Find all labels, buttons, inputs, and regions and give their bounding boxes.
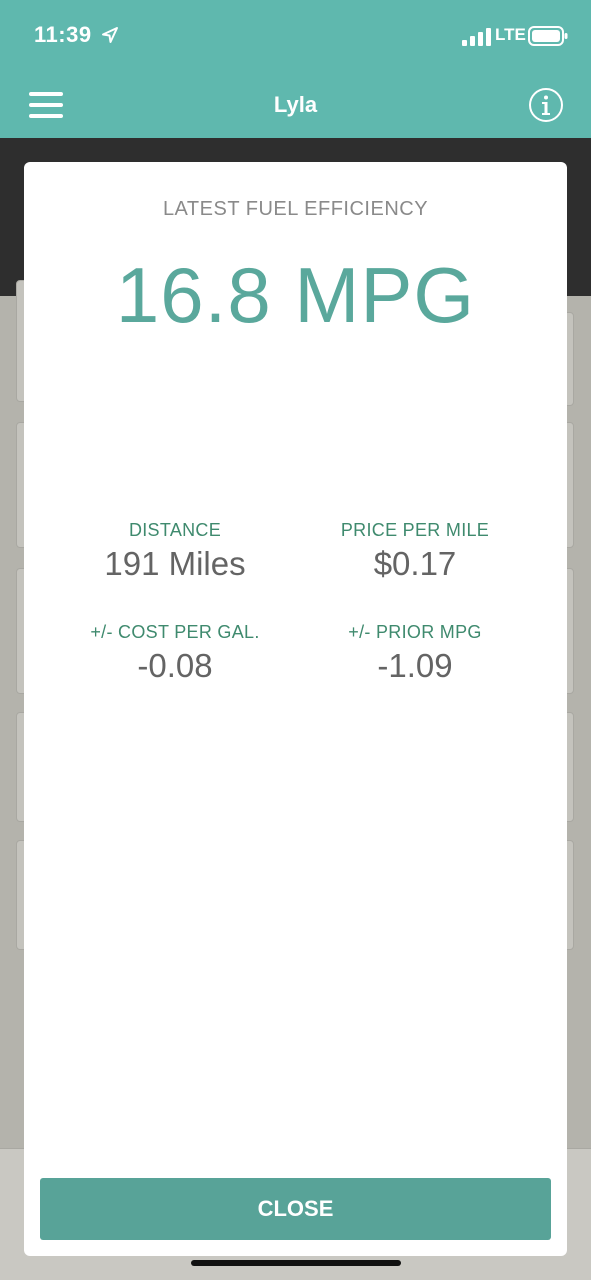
battery-icon <box>528 26 568 46</box>
info-icon[interactable] <box>528 87 564 123</box>
home-indicator[interactable] <box>191 1260 401 1266</box>
stat-label: DISTANCE <box>128 520 222 540</box>
stat-price-per-mile: PRICE PER MILE $0.17 <box>285 520 545 583</box>
page-title: Lyla <box>273 92 318 117</box>
network-type: LTE <box>495 25 526 44</box>
signal-bars-icon <box>462 28 491 46</box>
location-arrow-icon <box>102 27 118 43</box>
stat-value: -1.09 <box>377 647 453 684</box>
stat-value: 191 Miles <box>104 545 246 582</box>
stat-value: -0.08 <box>137 647 213 684</box>
stat-distance: DISTANCE 191 Miles <box>45 520 305 583</box>
mpg-value: 16.8 MPG <box>115 251 476 339</box>
stat-cost-per-gal: +/- COST PER GAL. -0.08 <box>45 622 305 685</box>
stat-label: +/- COST PER GAL. <box>90 622 260 642</box>
stat-label: PRICE PER MILE <box>340 520 490 540</box>
fuel-efficiency-modal: LATEST FUEL EFFICIENCY 16.8 MPG DISTANCE… <box>24 162 567 1256</box>
app-screen: 11:39 LTE Lyla LATEST FUEL EFFICIENCY 16… <box>0 0 591 1280</box>
stat-label: +/- PRIOR MPG <box>348 622 482 642</box>
top-bar: 11:39 LTE Lyla <box>0 0 591 138</box>
close-button[interactable]: CLOSE <box>40 1178 551 1240</box>
stat-prior-mpg: +/- PRIOR MPG -1.09 <box>285 622 545 685</box>
status-time: 11:39 <box>34 22 92 47</box>
modal-heading: LATEST FUEL EFFICIENCY <box>162 198 429 220</box>
stat-value: $0.17 <box>373 545 457 582</box>
